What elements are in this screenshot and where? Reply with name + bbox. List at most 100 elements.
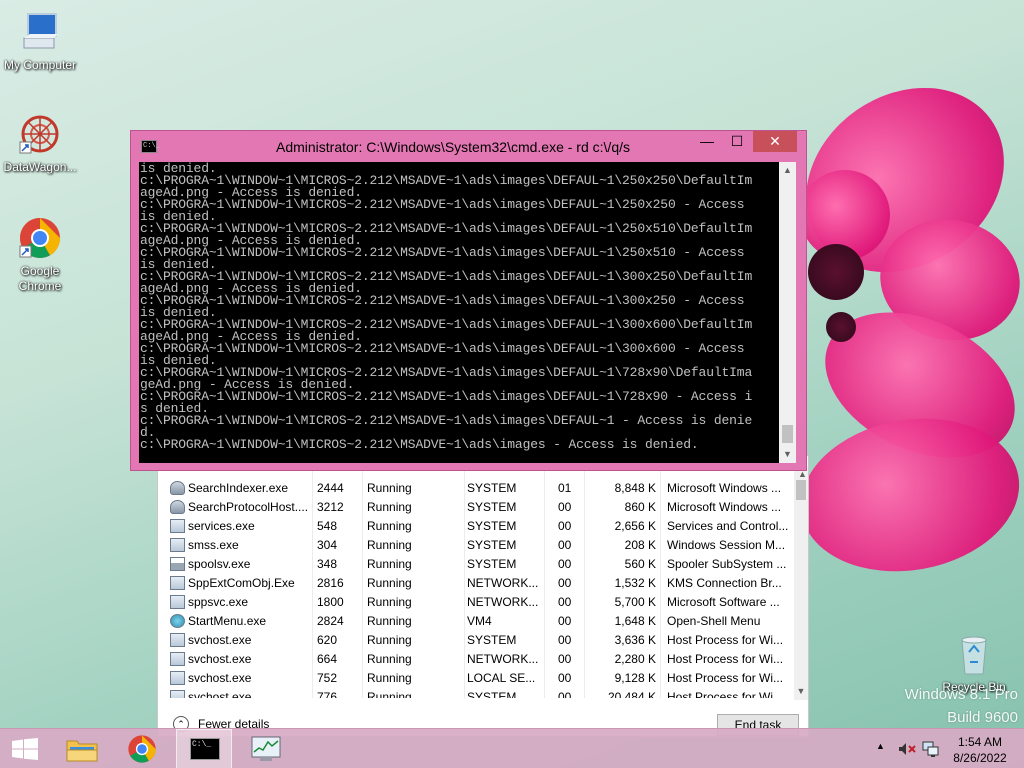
clock-time: 1:54 AM (957, 735, 1003, 749)
desktop-icon-google-chrome[interactable]: Google Chrome (0, 216, 80, 294)
computer-icon (18, 10, 62, 54)
console-line: c:\PROGRA~1\WINDOW~1\MICROS~2.212\MSADVE… (140, 413, 753, 428)
process-user: NETWORK... (467, 576, 539, 590)
process-description: Open-Shell Menu (667, 614, 761, 628)
process-user: SYSTEM (467, 481, 517, 495)
process-pid: 620 (317, 633, 338, 647)
process-row[interactable]: svchost.exe 664 Running NETWORK... 00 2,280 K… (164, 650, 792, 669)
clock-date: 8/26/2022 (953, 751, 1007, 765)
process-pid: 348 (317, 557, 338, 571)
desktop-icon-label: Google Chrome (18, 264, 62, 293)
process-memory: 860 K (624, 500, 656, 514)
scroll-up-icon[interactable]: ▲ (779, 162, 796, 179)
scroll-thumb[interactable] (796, 480, 806, 500)
process-description: Services and Control... (667, 519, 789, 533)
cmd-window-icon[interactable]: C:\_ (141, 140, 160, 153)
process-cpu: 00 (558, 614, 572, 628)
process-name: SppExtComObj.Exe (188, 576, 295, 590)
desktop-icon-label: DataWagon... (3, 160, 77, 174)
process-user: SYSTEM (467, 519, 517, 533)
process-memory: 2,656 K (614, 519, 656, 533)
process-name: SearchProtocolHost.... (188, 500, 308, 514)
taskbar-task-manager[interactable] (238, 729, 294, 768)
process-cpu: 00 (558, 538, 572, 552)
process-row[interactable]: SearchProtocolHost.... 3212 Running SYSTEM 0… (164, 498, 792, 517)
windows-watermark-build: Build 9600 (947, 709, 1018, 726)
process-user: SYSTEM (467, 557, 517, 571)
desktop-icon-my-computer[interactable]: My Computer (0, 10, 80, 73)
process-name: svchost.exe (188, 690, 252, 698)
process-cpu: 00 (558, 690, 572, 698)
process-description: Microsoft Windows ... (667, 500, 782, 514)
process-row[interactable]: SearchIndexer.exe 2444 Running SYSTEM 01 8,84… (164, 479, 792, 498)
maximize-button[interactable]: ☐ (723, 131, 751, 152)
process-cpu: 00 (558, 519, 572, 533)
process-list: SearchIndexer.exe 2444 Running SYSTEM 01 8,84… (164, 466, 792, 698)
process-row[interactable]: sppsvc.exe 1800 Running NETWORK... 00 5,700 K… (164, 593, 792, 612)
console-line: c:\PROGRA~1\WINDOW~1\MICROS~2.212\MSADVE… (140, 245, 745, 260)
taskbar-file-explorer[interactable] (55, 729, 111, 768)
process-name: sppsvc.exe (188, 595, 249, 609)
console-line: c:\PROGRA~1\WINDOW~1\MICROS~2.212\MSADVE… (140, 197, 745, 212)
console-text: is denied. c:\PROGRA~1\WINDOW~1\MICROS~2.… (140, 162, 779, 451)
process-memory: 560 K (624, 557, 656, 571)
process-user: SYSTEM (467, 500, 517, 514)
process-status: Running (367, 633, 412, 647)
process-icon (170, 595, 185, 609)
cmd-console-output[interactable]: is denied. c:\PROGRA~1\WINDOW~1\MICROS~2.… (139, 162, 779, 463)
scroll-down-icon[interactable]: ▼ (779, 446, 796, 463)
process-row[interactable]: smss.exe 304 Running SYSTEM 00 208 K Windows S… (164, 536, 792, 555)
process-memory: 8,848 K (614, 481, 656, 495)
process-row[interactable]: spoolsv.exe 348 Running SYSTEM 00 560 K Spoole… (164, 555, 792, 574)
process-status: Running (367, 690, 412, 698)
process-row[interactable]: svchost.exe 752 Running LOCAL SE... 00 9,128 … (164, 669, 792, 688)
process-cpu: 00 (558, 557, 572, 571)
process-row[interactable]: StartMenu.exe 2824 Running VM4 00 1,648 K Open… (164, 612, 792, 631)
process-status: Running (367, 595, 412, 609)
taskbar-cmd[interactable]: C:\_ (176, 729, 232, 768)
process-pid: 548 (317, 519, 338, 533)
process-status: Running (367, 538, 412, 552)
cmd-scrollbar[interactable]: ▲ ▼ (779, 162, 796, 463)
start-button[interactable] (0, 729, 56, 768)
desktop-icon-datawagon[interactable]: DataWagon... (0, 112, 80, 175)
process-pid: 752 (317, 671, 338, 685)
process-list-scrollbar[interactable]: ▲ ▼ (794, 466, 808, 700)
recycle-bin-icon (952, 632, 996, 676)
process-row[interactable]: svchost.exe 620 Running SYSTEM 00 3,636 K Host… (164, 631, 792, 650)
process-status: Running (367, 519, 412, 533)
process-name: svchost.exe (188, 671, 252, 685)
taskbar-clock[interactable]: 1:54 AM 8/26/2022 (946, 734, 1014, 766)
process-status: Running (367, 652, 412, 666)
process-memory: 2,280 K (614, 652, 656, 666)
process-pid: 2824 (317, 614, 344, 628)
process-cpu: 00 (558, 652, 572, 666)
process-icon (170, 538, 185, 552)
close-button[interactable]: ✕ (753, 131, 797, 152)
process-cpu: 00 (558, 633, 572, 647)
process-row[interactable]: svchost.exe 776 Running SYSTEM 00 20,484 K Hos… (164, 688, 792, 698)
process-description: Host Process for Wi... (667, 652, 784, 666)
cmd-title-bar[interactable]: C:\_ Administrator: C:\Windows\System32\… (131, 131, 806, 162)
scroll-thumb[interactable] (782, 425, 793, 443)
scroll-down-icon[interactable]: ▼ (794, 683, 808, 700)
process-memory: 5,700 K (614, 595, 656, 609)
process-row[interactable]: SppExtComObj.Exe 2816 Running NETWORK... 00 1… (164, 574, 792, 593)
process-name: spoolsv.exe (188, 557, 251, 571)
taskbar-chrome[interactable] (115, 729, 171, 768)
process-status: Running (367, 557, 412, 571)
process-description: Host Process for Wi... (667, 671, 784, 685)
start-icon (12, 738, 38, 760)
process-pid: 304 (317, 538, 338, 552)
printer-icon (170, 557, 185, 571)
process-row[interactable]: services.exe 548 Running SYSTEM 00 2,656 K Ser… (164, 517, 792, 536)
console-line: c:\PROGRA~1\WINDOW~1\MICROS~2.212\MSADVE… (140, 341, 745, 356)
minimize-button[interactable]: — (693, 131, 721, 152)
process-icon (170, 671, 185, 685)
process-description: Windows Session M... (667, 538, 786, 552)
process-memory: 3,636 K (614, 633, 656, 647)
process-cpu: 00 (558, 500, 572, 514)
process-name: smss.exe (188, 538, 239, 552)
process-description: Microsoft Software ... (667, 595, 780, 609)
process-name: services.exe (188, 519, 255, 533)
